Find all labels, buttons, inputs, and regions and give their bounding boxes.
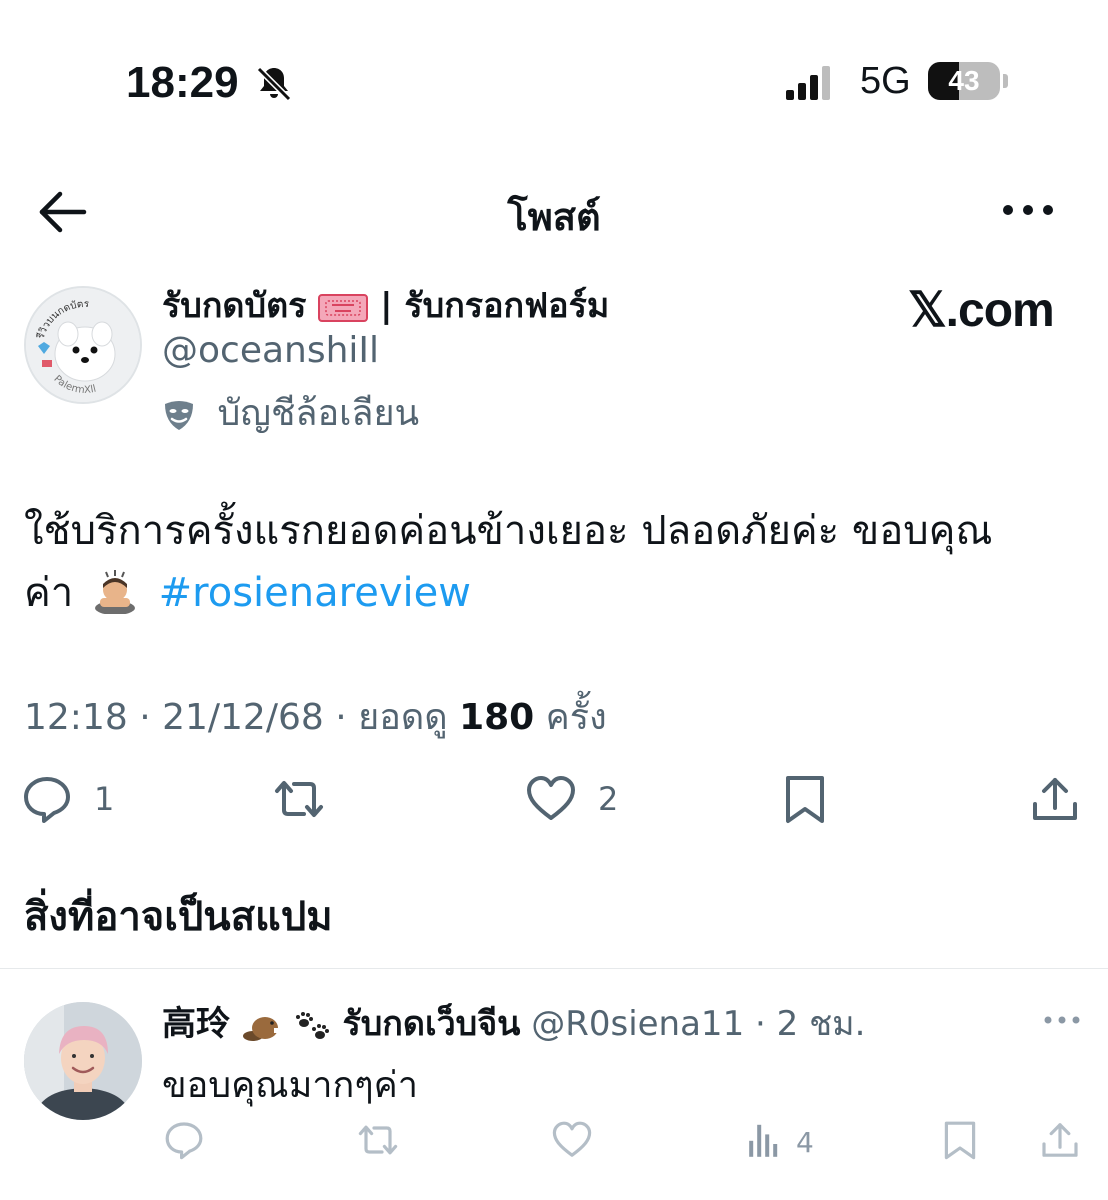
bookmark-icon (786, 776, 824, 823)
repost-button[interactable] (274, 774, 328, 824)
reply-bookmark-button[interactable] (940, 1120, 980, 1160)
post-text-line1: ใช้บริการครั้งแรกยอดค่อนข้างเยอะ ปลอดภัย… (24, 508, 993, 554)
network-type: 5G (860, 60, 911, 102)
share-icon (1042, 1123, 1078, 1157)
views-count: 180 (459, 697, 535, 738)
author-handle[interactable]: @oceanshiIl (162, 330, 379, 371)
battery-level: 43 (948, 65, 980, 96)
share-button[interactable] (1030, 774, 1080, 824)
paw-prints-emoji (295, 1011, 329, 1039)
post-date: 21/12/68 (162, 697, 324, 738)
post-text: ใช้บริการครั้งแรกยอดค่อนข้างเยอะ ปลอดภัย… (24, 500, 1084, 624)
views-suffix: ครั้ง (545, 697, 607, 738)
comment-icon (165, 1122, 203, 1160)
page-title: โพสต์ (507, 195, 601, 239)
views-label: ยอดดู (358, 697, 448, 738)
more-options-button[interactable] (1000, 198, 1056, 222)
bookmark-icon (944, 1121, 976, 1160)
reply-share-button[interactable] (1040, 1120, 1080, 1160)
reply-more-button[interactable] (1042, 1012, 1082, 1028)
meta-separator: · (139, 697, 163, 738)
post-text-line2-row: ค่า #rosienareview (24, 562, 1084, 624)
reply-author-name-part2[interactable]: รับกดเว็บจีน (342, 1004, 520, 1044)
post-meta: 12:18 · 21/12/68 · ยอดดู 180 ครั้ง (24, 688, 607, 745)
reply-like-button[interactable] (552, 1120, 592, 1160)
heart-icon (527, 776, 575, 820)
cellular-signal-icon (786, 66, 830, 100)
meta-separator: · (755, 1004, 766, 1044)
meta-separator: · (335, 697, 359, 738)
dog-avatar-image: รีวิวบนกดบัตร PalermXll (26, 288, 140, 402)
repost-icon (358, 1125, 398, 1155)
like-count: 2 (598, 780, 619, 818)
reply-author-name-part1[interactable]: 高玲 (162, 1004, 230, 1044)
post-text-line2: ค่า (24, 570, 74, 616)
spam-section-title: สิ่งที่อาจเป็นสแปม (24, 894, 333, 940)
bookmark-button[interactable] (780, 774, 830, 824)
author-name-part2: | รับกรอกฟอร์ม (380, 286, 610, 326)
reply-count: 1 (94, 780, 115, 818)
theater-masks-icon (165, 401, 193, 430)
like-button[interactable]: 2 (526, 774, 636, 824)
section-divider (0, 968, 1108, 969)
reply-views-count: 4 (796, 1126, 814, 1159)
reply-reply-button[interactable] (164, 1120, 204, 1160)
bell-slash-icon (256, 66, 292, 102)
parody-label-text: บัญชีล้อเลียน (217, 393, 420, 434)
repost-icon (275, 781, 323, 817)
author-display-name[interactable]: รับกดบัตร | รับกรอกฟอร์ม (162, 278, 609, 332)
reply-repost-button[interactable] (358, 1120, 398, 1160)
reply-button[interactable]: 1 (22, 774, 132, 824)
reply-views-button[interactable]: 4 (746, 1120, 836, 1160)
author-name-part1: รับกดบัตร (162, 286, 307, 326)
hashtag-link[interactable]: #rosienareview (159, 570, 471, 616)
person-bowing-emoji (94, 570, 135, 614)
author-avatar[interactable]: รีวิวบนกดบัตร PalermXll (24, 286, 142, 404)
status-time: 18:29 (126, 58, 239, 107)
comment-icon (24, 777, 70, 823)
reply-text: ขอบคุณมากๆค่า (162, 1065, 418, 1106)
more-horizontal-icon (1003, 205, 1053, 215)
reply-header: 高玲 รับกดเว็บจีน @R0siena11 · 2 ชม. (162, 996, 865, 1050)
post-time: 12:18 (24, 697, 128, 738)
status-bar: 18:29 5G 43 (0, 0, 1108, 150)
parody-account-label: บัญชีล้อเลียน (162, 384, 419, 441)
analytics-bar-icon (749, 1124, 778, 1157)
heart-icon (552, 1121, 592, 1157)
more-horizontal-icon (1044, 1016, 1080, 1024)
share-icon (1033, 778, 1077, 820)
reply-avatar[interactable] (24, 1002, 142, 1120)
x-watermark: 𝕏.com (908, 284, 1055, 337)
battery-icon: 43 (928, 62, 1000, 100)
reply-time: 2 ชม. (776, 1004, 866, 1044)
beaver-emoji (242, 1016, 278, 1041)
reply-author-handle[interactable]: @R0siena11 (531, 1004, 744, 1044)
admit-one-ticket-icon (318, 293, 369, 322)
battery-tip (1003, 74, 1008, 88)
person-avatar-image (24, 1002, 142, 1120)
